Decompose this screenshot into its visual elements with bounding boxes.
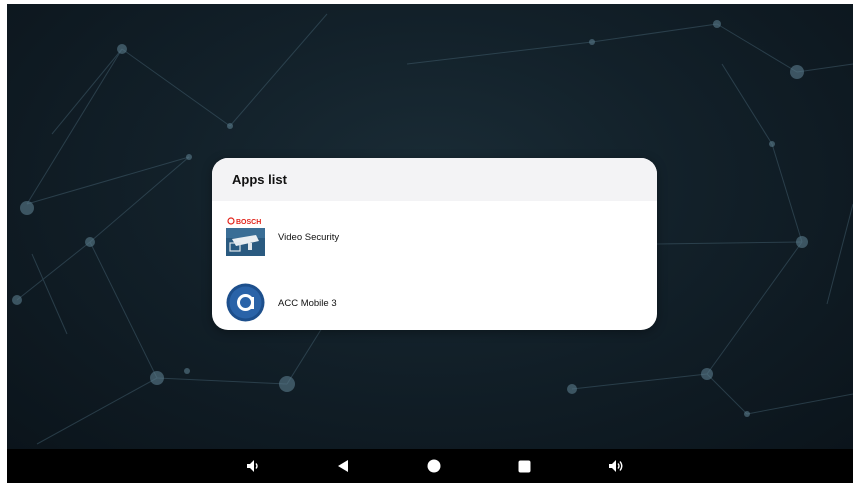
navigation-bar — [7, 449, 853, 483]
bosch-brand-text: BOSCH — [236, 219, 261, 226]
home-icon[interactable] — [424, 456, 444, 476]
volume-up-icon[interactable] — [606, 456, 626, 476]
dialog-title: Apps list — [232, 172, 287, 187]
app-label: ACC Mobile 3 — [278, 297, 337, 309]
back-icon[interactable] — [333, 456, 353, 476]
dialog-header: Apps list — [212, 158, 657, 201]
app-item-video-security[interactable]: BOSCH Video Security — [212, 205, 657, 269]
bosch-video-security-icon: BOSCH — [226, 217, 265, 256]
volume-down-icon[interactable] — [243, 456, 263, 476]
app-label: Video Security — [278, 231, 340, 243]
acc-mobile-icon — [226, 283, 265, 322]
apps-list-dialog: Apps list BOSCH Video Security ACC Mobil… — [212, 158, 657, 330]
recents-icon[interactable] — [514, 456, 534, 476]
app-item-acc-mobile-3[interactable]: ACC Mobile 3 — [212, 271, 657, 330]
device-screen: Apps list BOSCH Video Security ACC Mobil… — [7, 4, 853, 483]
